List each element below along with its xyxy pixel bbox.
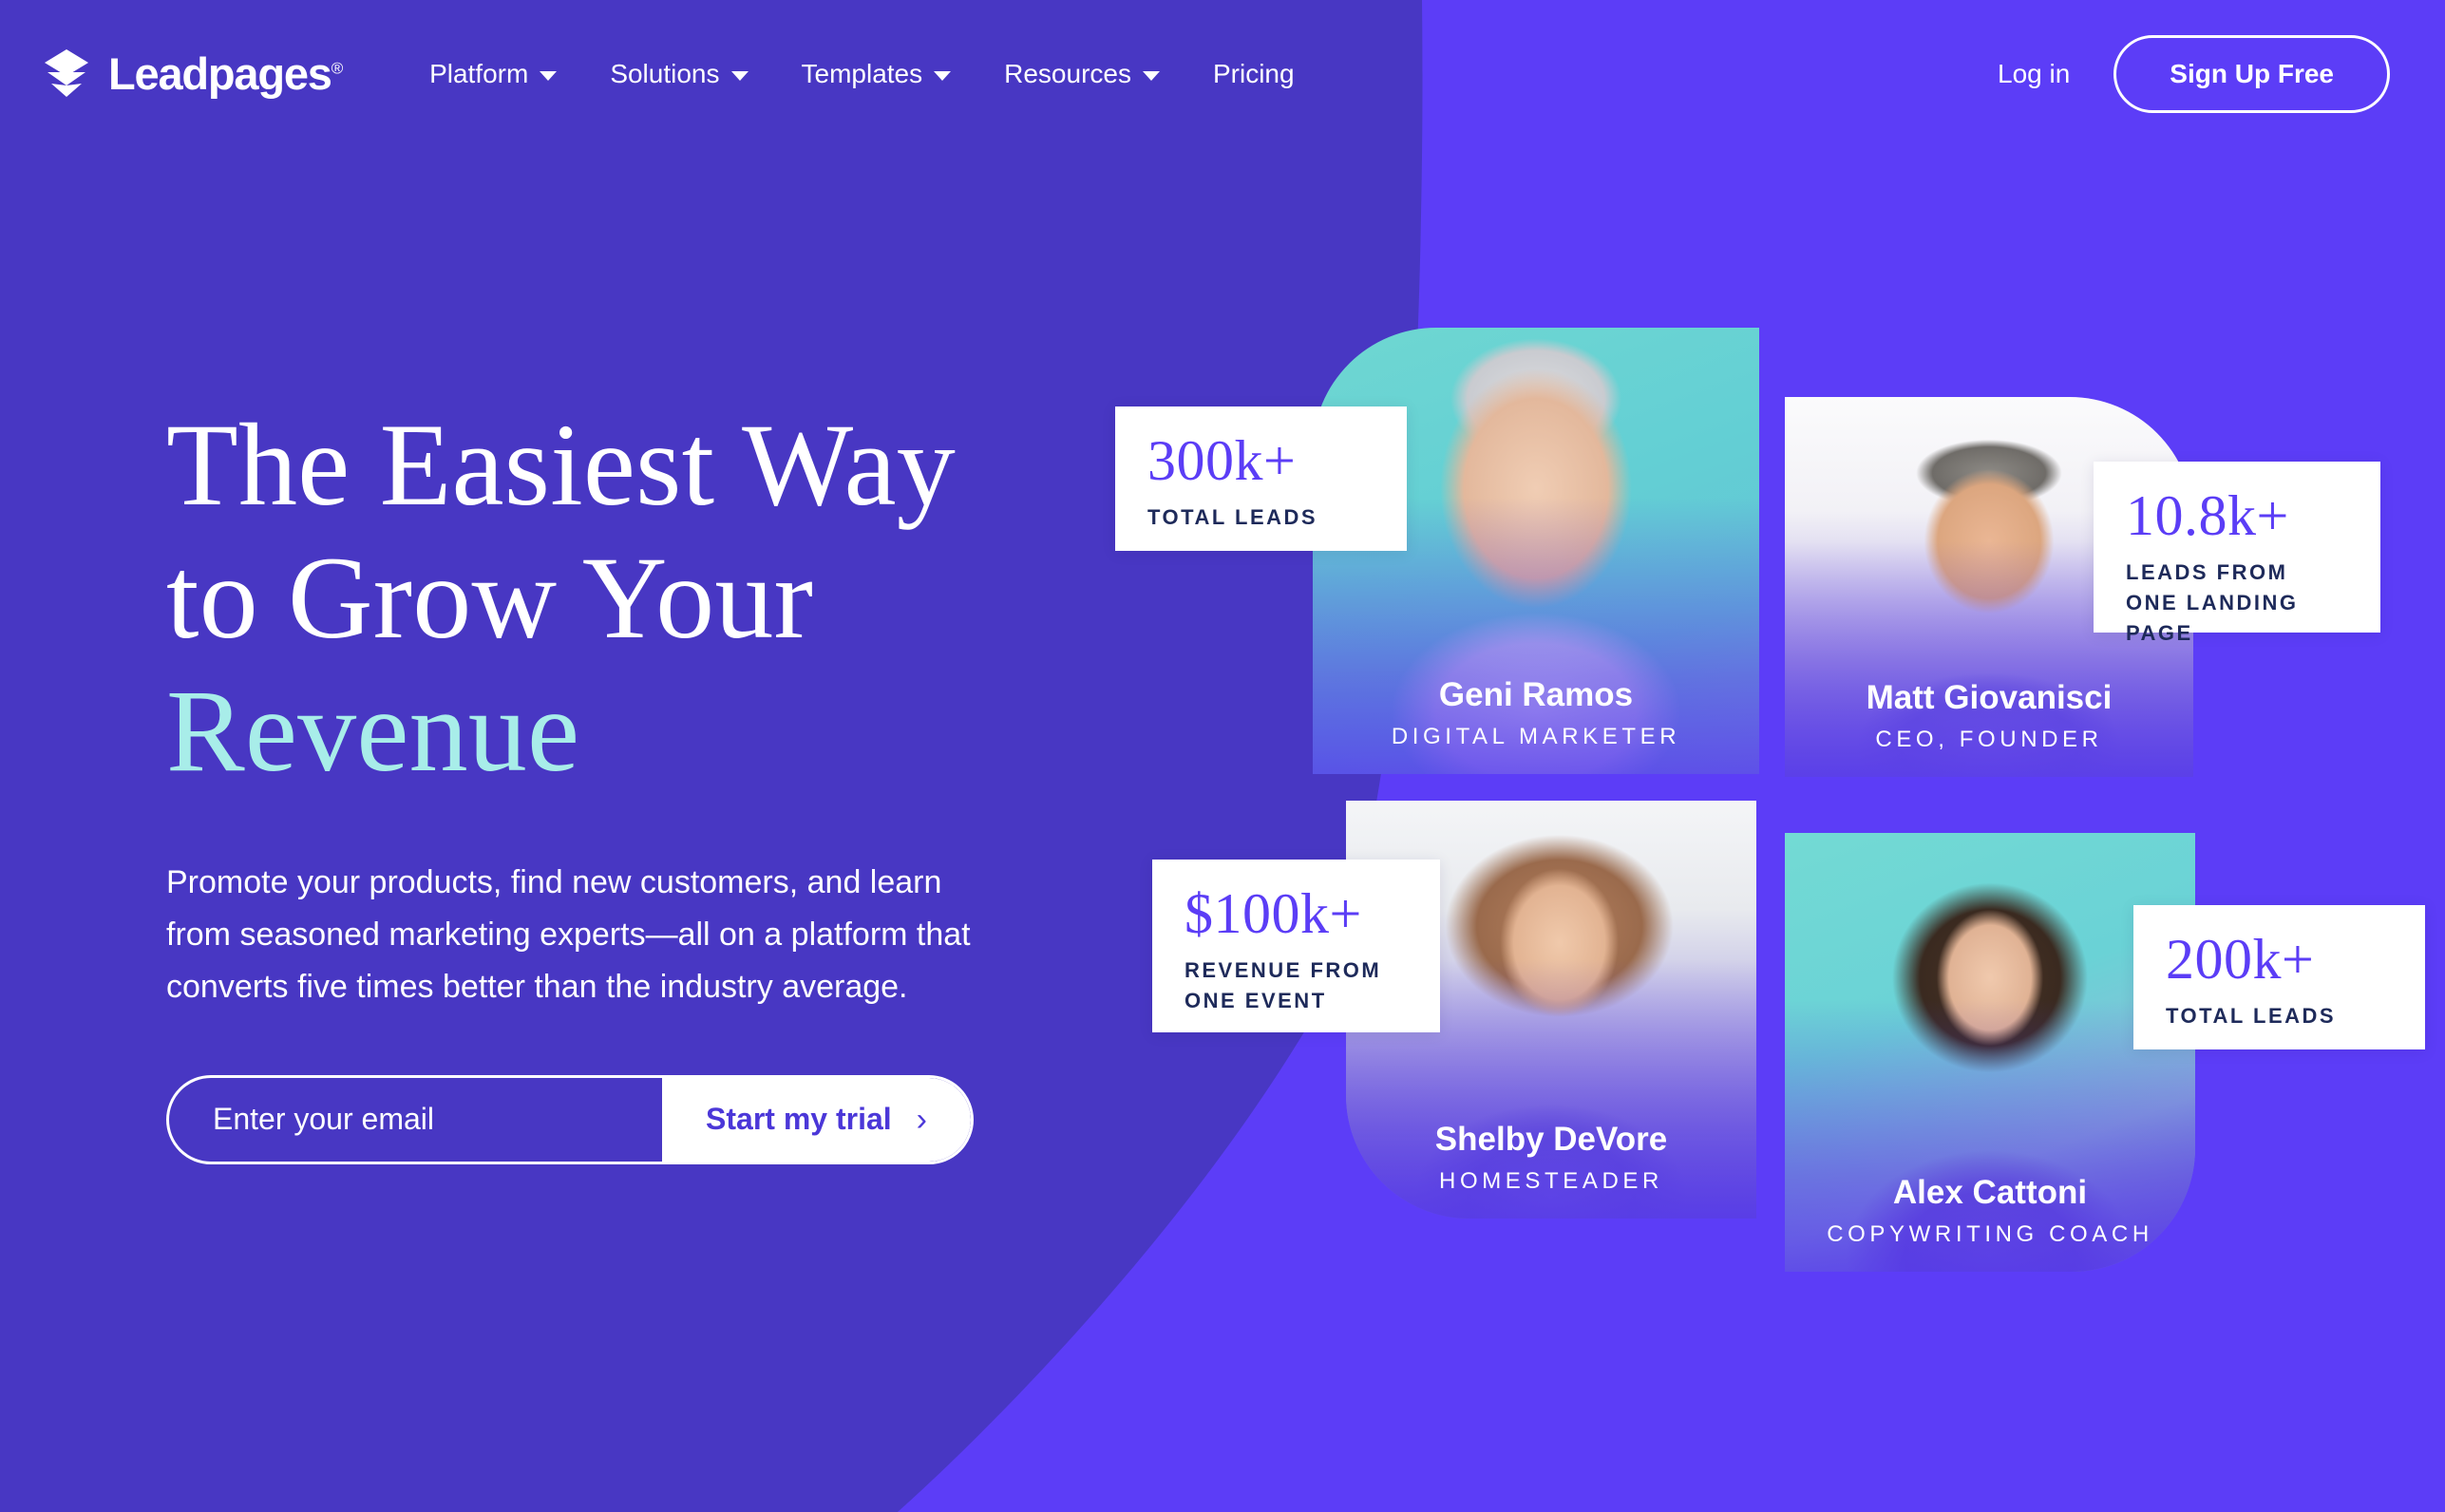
stat-value: 300k+ xyxy=(1147,429,1297,492)
nav-item-pricing[interactable]: Pricing xyxy=(1186,59,1321,89)
person-name: Matt Giovanisci xyxy=(1866,679,2113,717)
chevron-right-icon: › xyxy=(916,1101,927,1138)
stat-card-leads-one-landing-page: 10.8k+ LEADS FROM ONE LANDING PAGE xyxy=(2094,462,2380,645)
nav-item-templates[interactable]: Templates xyxy=(775,59,978,89)
stacked-layers-icon xyxy=(40,47,93,101)
stat-card-total-leads-200k: 200k+ TOTAL LEADS xyxy=(2133,905,2425,1049)
chevron-down-icon xyxy=(1142,70,1160,81)
headline-line-2: to Grow Your xyxy=(166,533,814,664)
person-caption: Geni Ramos DIGITAL MARKETER xyxy=(1313,675,1759,774)
main-nav: Platform Solutions Templates Resources P… xyxy=(403,59,1321,89)
stat-label: TOTAL LEADS xyxy=(2166,1004,2337,1028)
headline-accent-word: Revenue xyxy=(166,666,580,797)
person-caption: Alex Cattoni COPYWRITING COACH xyxy=(1785,1173,2195,1272)
site-header: Leadpages® Platform Solutions Templates … xyxy=(0,0,2445,147)
chevron-down-icon xyxy=(540,70,558,81)
start-my-trial-label: Start my trial xyxy=(706,1102,892,1137)
person-name: Alex Cattoni xyxy=(1892,1174,2088,1212)
nav-label: Solutions xyxy=(610,58,720,88)
stat-card-total-leads-300k: 300k+ TOTAL LEADS xyxy=(1115,406,1407,551)
page-title: The Easiest Way to Grow Your Revenue xyxy=(166,399,1059,798)
logo-name: Leadpages xyxy=(108,48,332,99)
nav-label: Pricing xyxy=(1212,58,1295,88)
stat-label: REVENUE FROM ONE EVENT xyxy=(1185,958,1382,1012)
headline-line-1: The Easiest Way xyxy=(166,400,956,530)
header-actions: Log in Sign Up Free xyxy=(1998,34,2390,113)
nav-label: Resources xyxy=(1004,58,1131,88)
nav-item-resources[interactable]: Resources xyxy=(977,59,1186,89)
stat-value: 10.8k+ xyxy=(2126,484,2289,547)
sign-up-free-button[interactable]: Sign Up Free xyxy=(2113,34,2390,113)
email-input[interactable] xyxy=(169,1077,663,1162)
stat-card-revenue-one-event: $100k+ REVENUE FROM ONE EVENT xyxy=(1152,860,1440,1032)
logo-wordmark: Leadpages® xyxy=(108,48,344,99)
person-role: HOMESTEADER xyxy=(1439,1168,1663,1195)
person-caption: Matt Giovanisci CEO, FOUNDER xyxy=(1785,678,2193,777)
nav-item-solutions[interactable]: Solutions xyxy=(583,59,774,89)
person-caption: Shelby DeVore HOMESTEADER xyxy=(1346,1120,1756,1219)
person-role: CEO, FOUNDER xyxy=(1875,727,2103,753)
hero-copy: The Easiest Way to Grow Your Revenue Pro… xyxy=(166,399,1059,1164)
trial-signup-form: Start my trial › xyxy=(166,1074,974,1164)
stat-value: $100k+ xyxy=(1185,882,1362,945)
nav-label: Platform xyxy=(429,58,529,88)
chevron-down-icon xyxy=(730,70,749,81)
registered-mark: ® xyxy=(331,59,344,78)
person-role: DIGITAL MARKETER xyxy=(1391,724,1681,750)
person-role: COPYWRITING COACH xyxy=(1827,1221,2153,1248)
stat-value: 200k+ xyxy=(2166,928,2315,991)
person-card-alex-cattoni[interactable]: Alex Cattoni COPYWRITING COACH xyxy=(1785,833,2195,1272)
stat-label: LEADS FROM ONE LANDING PAGE xyxy=(2126,560,2299,645)
login-link[interactable]: Log in xyxy=(1998,59,2070,89)
stat-label: TOTAL LEADS xyxy=(1147,505,1318,529)
nav-label: Templates xyxy=(801,58,923,88)
logo[interactable]: Leadpages® xyxy=(40,47,344,101)
person-card-geni-ramos[interactable]: Geni Ramos DIGITAL MARKETER xyxy=(1313,328,1759,774)
person-name: Geni Ramos xyxy=(1438,676,1634,714)
person-name: Shelby DeVore xyxy=(1434,1121,1668,1159)
nav-item-platform[interactable]: Platform xyxy=(403,59,583,89)
start-my-trial-button[interactable]: Start my trial › xyxy=(662,1077,971,1162)
hero-subcopy: Promote your products, find new customer… xyxy=(166,864,971,1006)
chevron-down-icon xyxy=(934,70,952,81)
